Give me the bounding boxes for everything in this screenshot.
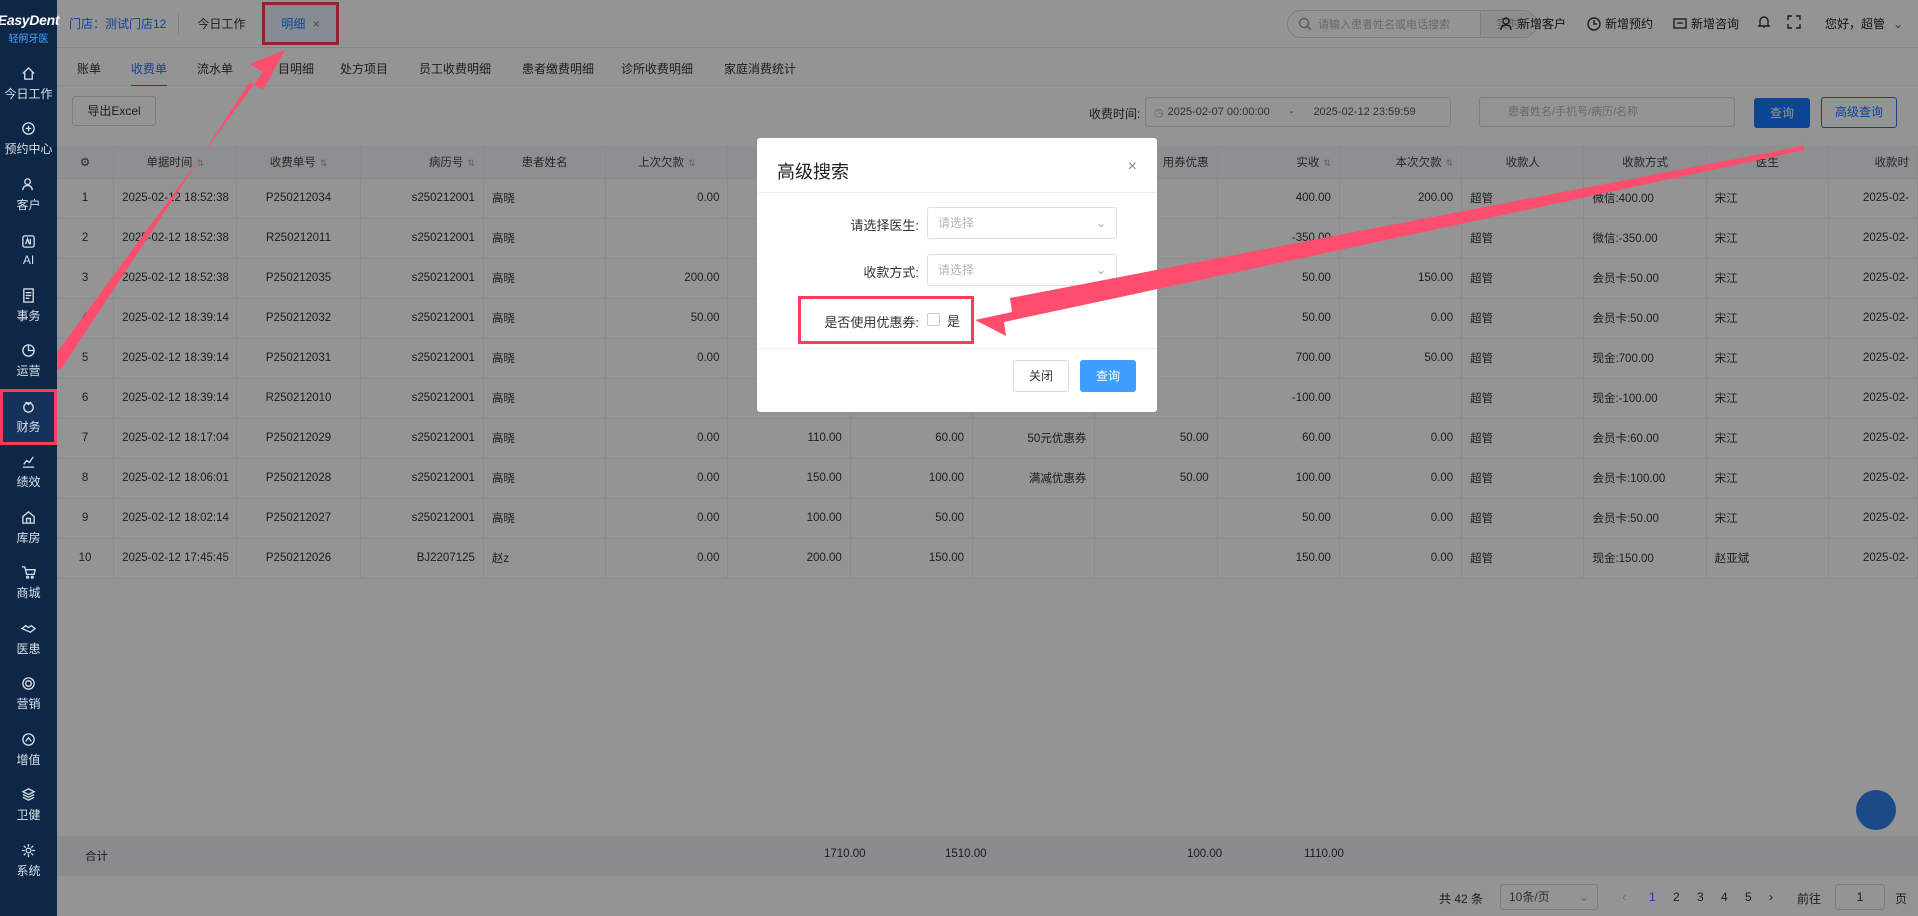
close-icon[interactable]: × bbox=[1128, 158, 1137, 176]
sidebar-item-label: 库房 bbox=[16, 530, 41, 545]
dialog-divider bbox=[757, 192, 1157, 193]
sidebar-item-label: 客户 bbox=[16, 197, 41, 212]
coupon-label: 是否使用优惠券: bbox=[824, 315, 919, 330]
sidebar-item-7[interactable]: 绩效 bbox=[0, 445, 57, 501]
sidebar-item-13[interactable]: 卫健 bbox=[0, 778, 57, 834]
document-icon bbox=[23, 288, 34, 303]
chevron-down-icon: ⌄ bbox=[1095, 216, 1106, 230]
sidebar-item-3[interactable]: AI bbox=[0, 223, 57, 279]
sidebar-item-6[interactable]: 财务 bbox=[0, 389, 57, 445]
sidebar-item-label: 增值 bbox=[16, 752, 41, 767]
sidebar-item-label: 预约中心 bbox=[4, 142, 53, 157]
payment-method-label: 收款方式: bbox=[863, 265, 919, 280]
dialog-footer-divider bbox=[757, 348, 1157, 349]
sidebar-item-0[interactable]: 今日工作 bbox=[0, 56, 57, 112]
doctor-select-placeholder: 请选择 bbox=[938, 216, 975, 230]
target-icon bbox=[22, 677, 35, 691]
layers-icon bbox=[21, 788, 36, 802]
logo: EasyDent 轻舸牙医 bbox=[0, 0, 60, 56]
logo-text: EasyDent bbox=[0, 11, 60, 28]
warehouse-icon bbox=[22, 510, 35, 524]
calendar-icon bbox=[22, 122, 35, 136]
line-chart-icon bbox=[22, 456, 35, 469]
sidebar-item-10[interactable]: 医患 bbox=[0, 611, 57, 667]
doctor-select[interactable]: 请选择 ⌄ bbox=[927, 207, 1117, 239]
doctor-label: 请选择医生: bbox=[850, 218, 919, 233]
sidebar-item-label: 商城 bbox=[16, 586, 41, 601]
sidebar-item-11[interactable]: 营销 bbox=[0, 667, 57, 723]
sidebar-item-label: 运营 bbox=[16, 364, 41, 379]
sidebar-item-label: 卫健 bbox=[16, 808, 41, 823]
sidebar-item-label: 财务 bbox=[16, 419, 41, 434]
sidebar-item-4[interactable]: 事务 bbox=[0, 278, 57, 334]
dialog-title: 高级搜索 bbox=[777, 162, 849, 182]
payment-method-placeholder: 请选择 bbox=[938, 263, 975, 277]
finance-icon bbox=[23, 401, 34, 413]
sidebar-item-label: 系统 bbox=[16, 863, 41, 878]
dialog-query-button[interactable]: 查询 bbox=[1080, 360, 1136, 392]
sidebar-item-9[interactable]: 商城 bbox=[0, 556, 57, 612]
sidebar-item-5[interactable]: 运营 bbox=[0, 334, 57, 390]
chevron-down-icon: ⌄ bbox=[1095, 263, 1106, 277]
sidebar-item-12[interactable]: 增值 bbox=[0, 722, 57, 778]
sidebar: EasyDent 轻舸牙医 今日工作预约中心客户 AI 事务运营财务绩效库房商城医患… bbox=[0, 0, 60, 916]
user-icon bbox=[22, 177, 33, 190]
cart-icon bbox=[21, 566, 36, 580]
coupon-checkbox[interactable] bbox=[927, 313, 940, 326]
sidebar-item-label: 事务 bbox=[16, 308, 41, 323]
home-icon bbox=[22, 66, 35, 80]
coupon-option-label[interactable]: 是 bbox=[947, 311, 960, 330]
growth-icon bbox=[22, 732, 35, 746]
dialog-close-button[interactable]: 关闭 bbox=[1013, 360, 1069, 392]
payment-method-select[interactable]: 请选择 ⌄ bbox=[927, 254, 1117, 286]
gear-icon bbox=[21, 843, 36, 857]
sidebar-item-2[interactable]: 客户 bbox=[0, 167, 57, 223]
sidebar-item-label: 绩效 bbox=[16, 475, 41, 490]
ai-icon bbox=[22, 234, 35, 248]
sidebar-item-label: AI bbox=[22, 252, 35, 267]
sidebar-item-1[interactable]: 预约中心 bbox=[0, 112, 57, 168]
modal-overlay[interactable]: 高级搜索 × 请选择医生: 请选择 ⌄ 收款方式: 请选择 ⌄ 是否使用优惠券:… bbox=[0, 0, 1918, 916]
sidebar-item-14[interactable]: 系统 bbox=[0, 833, 57, 889]
sidebar-item-8[interactable]: 库房 bbox=[0, 500, 57, 556]
chart-pie-icon bbox=[22, 344, 35, 358]
advanced-search-dialog: 高级搜索 × 请选择医生: 请选择 ⌄ 收款方式: 请选择 ⌄ 是否使用优惠券:… bbox=[757, 138, 1157, 412]
handshake-icon bbox=[21, 624, 36, 633]
logo-subtext: 轻舸牙医 bbox=[8, 33, 49, 45]
sidebar-item-label: 营销 bbox=[16, 697, 41, 712]
sidebar-item-label: 医患 bbox=[16, 641, 41, 656]
sidebar-item-label: 今日工作 bbox=[4, 86, 53, 101]
